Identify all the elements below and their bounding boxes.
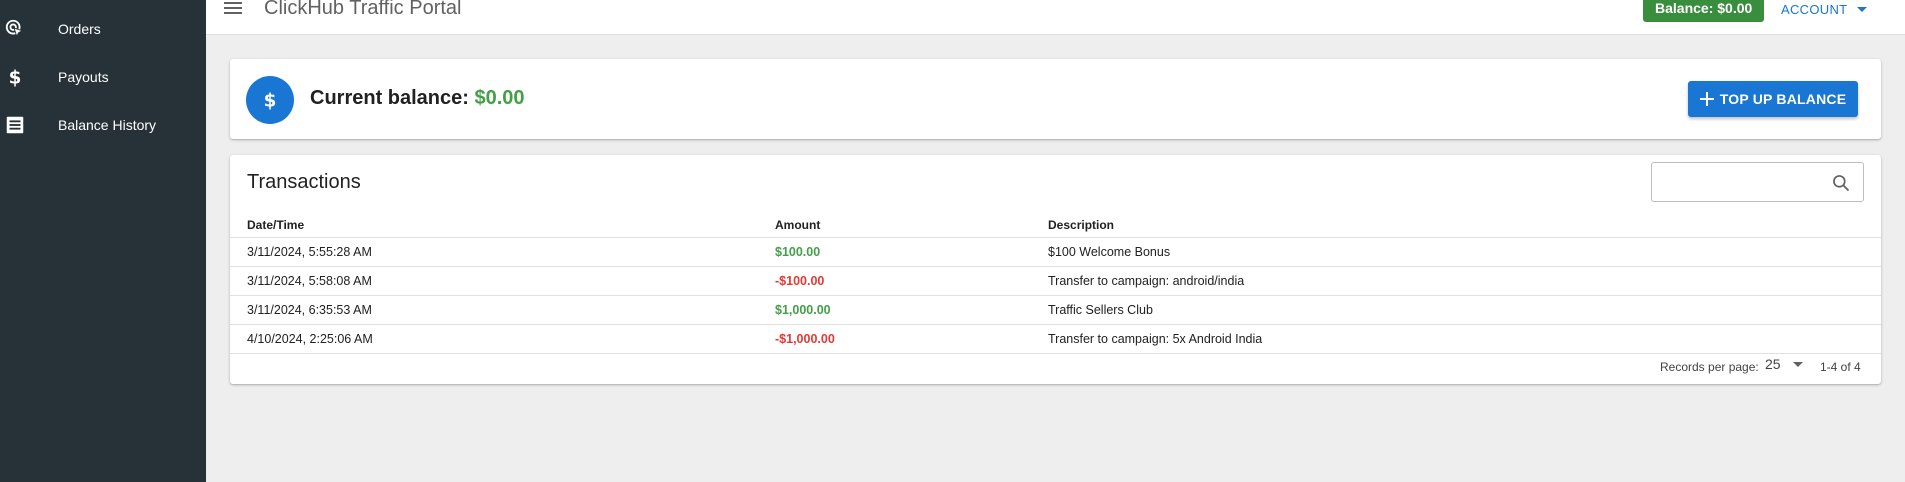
svg-text:$: $ [9,67,22,88]
sidebar-item-payouts[interactable]: $ Payouts [0,57,206,97]
sidebar: Orders $ Payouts Balance History [0,0,206,482]
cursor-click-icon [4,18,26,40]
table-header: Date/Time Amount Description [230,213,1881,238]
records-per-page-value: 25 [1765,356,1781,372]
cell-amount: $1,000.00 [775,303,831,317]
table-footer: Records per page: 25 1-4 of 4 [230,351,1881,381]
chevron-down-icon [1792,361,1803,367]
cell-description: Transfer to campaign: android/india [1048,274,1245,288]
plus-icon [1699,92,1714,106]
column-header-amount[interactable]: Amount [775,213,820,237]
column-header-description[interactable]: Description [1048,213,1114,237]
table-row[interactable]: 3/11/2024, 5:55:28 AM $100.00 $100 Welco… [230,238,1881,267]
top-bar: ClickHub Traffic Portal Balance: $0.00 A… [206,0,1905,35]
top-up-balance-button[interactable]: TOP UP BALANCE [1688,81,1858,117]
cell-amount: -$1,000.00 [775,332,835,346]
account-label: ACCOUNT [1781,1,1848,17]
records-per-page-select[interactable]: 25 [1765,356,1803,372]
cell-datetime: 4/10/2024, 2:25:06 AM [247,332,373,346]
app-title: ClickHub Traffic Portal [264,0,462,19]
sidebar-item-label: Orders [58,21,101,37]
current-balance-amount: $0.00 [474,87,525,109]
current-balance: Current balance: $0.00 [310,87,525,110]
menu-icon[interactable] [224,0,244,18]
current-balance-label: Current balance: [310,87,469,109]
sidebar-item-balance-history[interactable]: Balance History [0,105,206,145]
column-header-datetime[interactable]: Date/Time [247,213,304,237]
cell-datetime: 3/11/2024, 5:58:08 AM [247,274,372,288]
transactions-card: Transactions Date/Time Amount Descriptio… [230,155,1881,384]
cell-description: Traffic Sellers Club [1048,303,1153,317]
cell-description: Transfer to campaign: 5x Android India [1048,332,1263,346]
table-row[interactable]: 3/11/2024, 5:58:08 AM -$100.00 Transfer … [230,267,1881,296]
top-up-label: TOP UP BALANCE [1719,91,1847,107]
balance-card: $ Current balance: $0.00 TOP UP BALANCE [230,59,1881,139]
cell-datetime: 3/11/2024, 6:35:53 AM [247,303,372,317]
dollar-icon: $ [246,76,294,124]
dollar-icon: $ [4,66,26,88]
sidebar-item-label: Payouts [58,69,109,85]
cell-amount: -$100.00 [775,274,825,288]
records-per-page-label: Records per page: [1660,360,1759,374]
cell-description: $100 Welcome Bonus [1048,245,1171,259]
sidebar-item-orders[interactable]: Orders [0,9,206,49]
pagination-range: 1-4 of 4 [1820,360,1861,374]
search-icon[interactable] [1831,173,1851,193]
chevron-down-icon [1857,6,1868,12]
cell-datetime: 3/11/2024, 5:55:28 AM [247,245,372,259]
sidebar-item-label: Balance History [58,117,157,133]
table-row[interactable]: 4/10/2024, 2:25:06 AM -$1,000.00 Transfe… [230,325,1881,354]
table-row[interactable]: 3/11/2024, 6:35:53 AM $1,000.00 Traffic … [230,296,1881,325]
svg-text:$: $ [264,90,277,111]
cell-amount: $100.00 [775,245,821,259]
search-field[interactable] [1651,162,1864,202]
transactions-title: Transactions [247,171,361,193]
list-icon [4,114,26,136]
search-input[interactable] [1660,171,1820,193]
account-menu-button[interactable]: ACCOUNT [1781,0,1868,18]
balance-button[interactable]: Balance: $0.00 [1643,0,1765,22]
